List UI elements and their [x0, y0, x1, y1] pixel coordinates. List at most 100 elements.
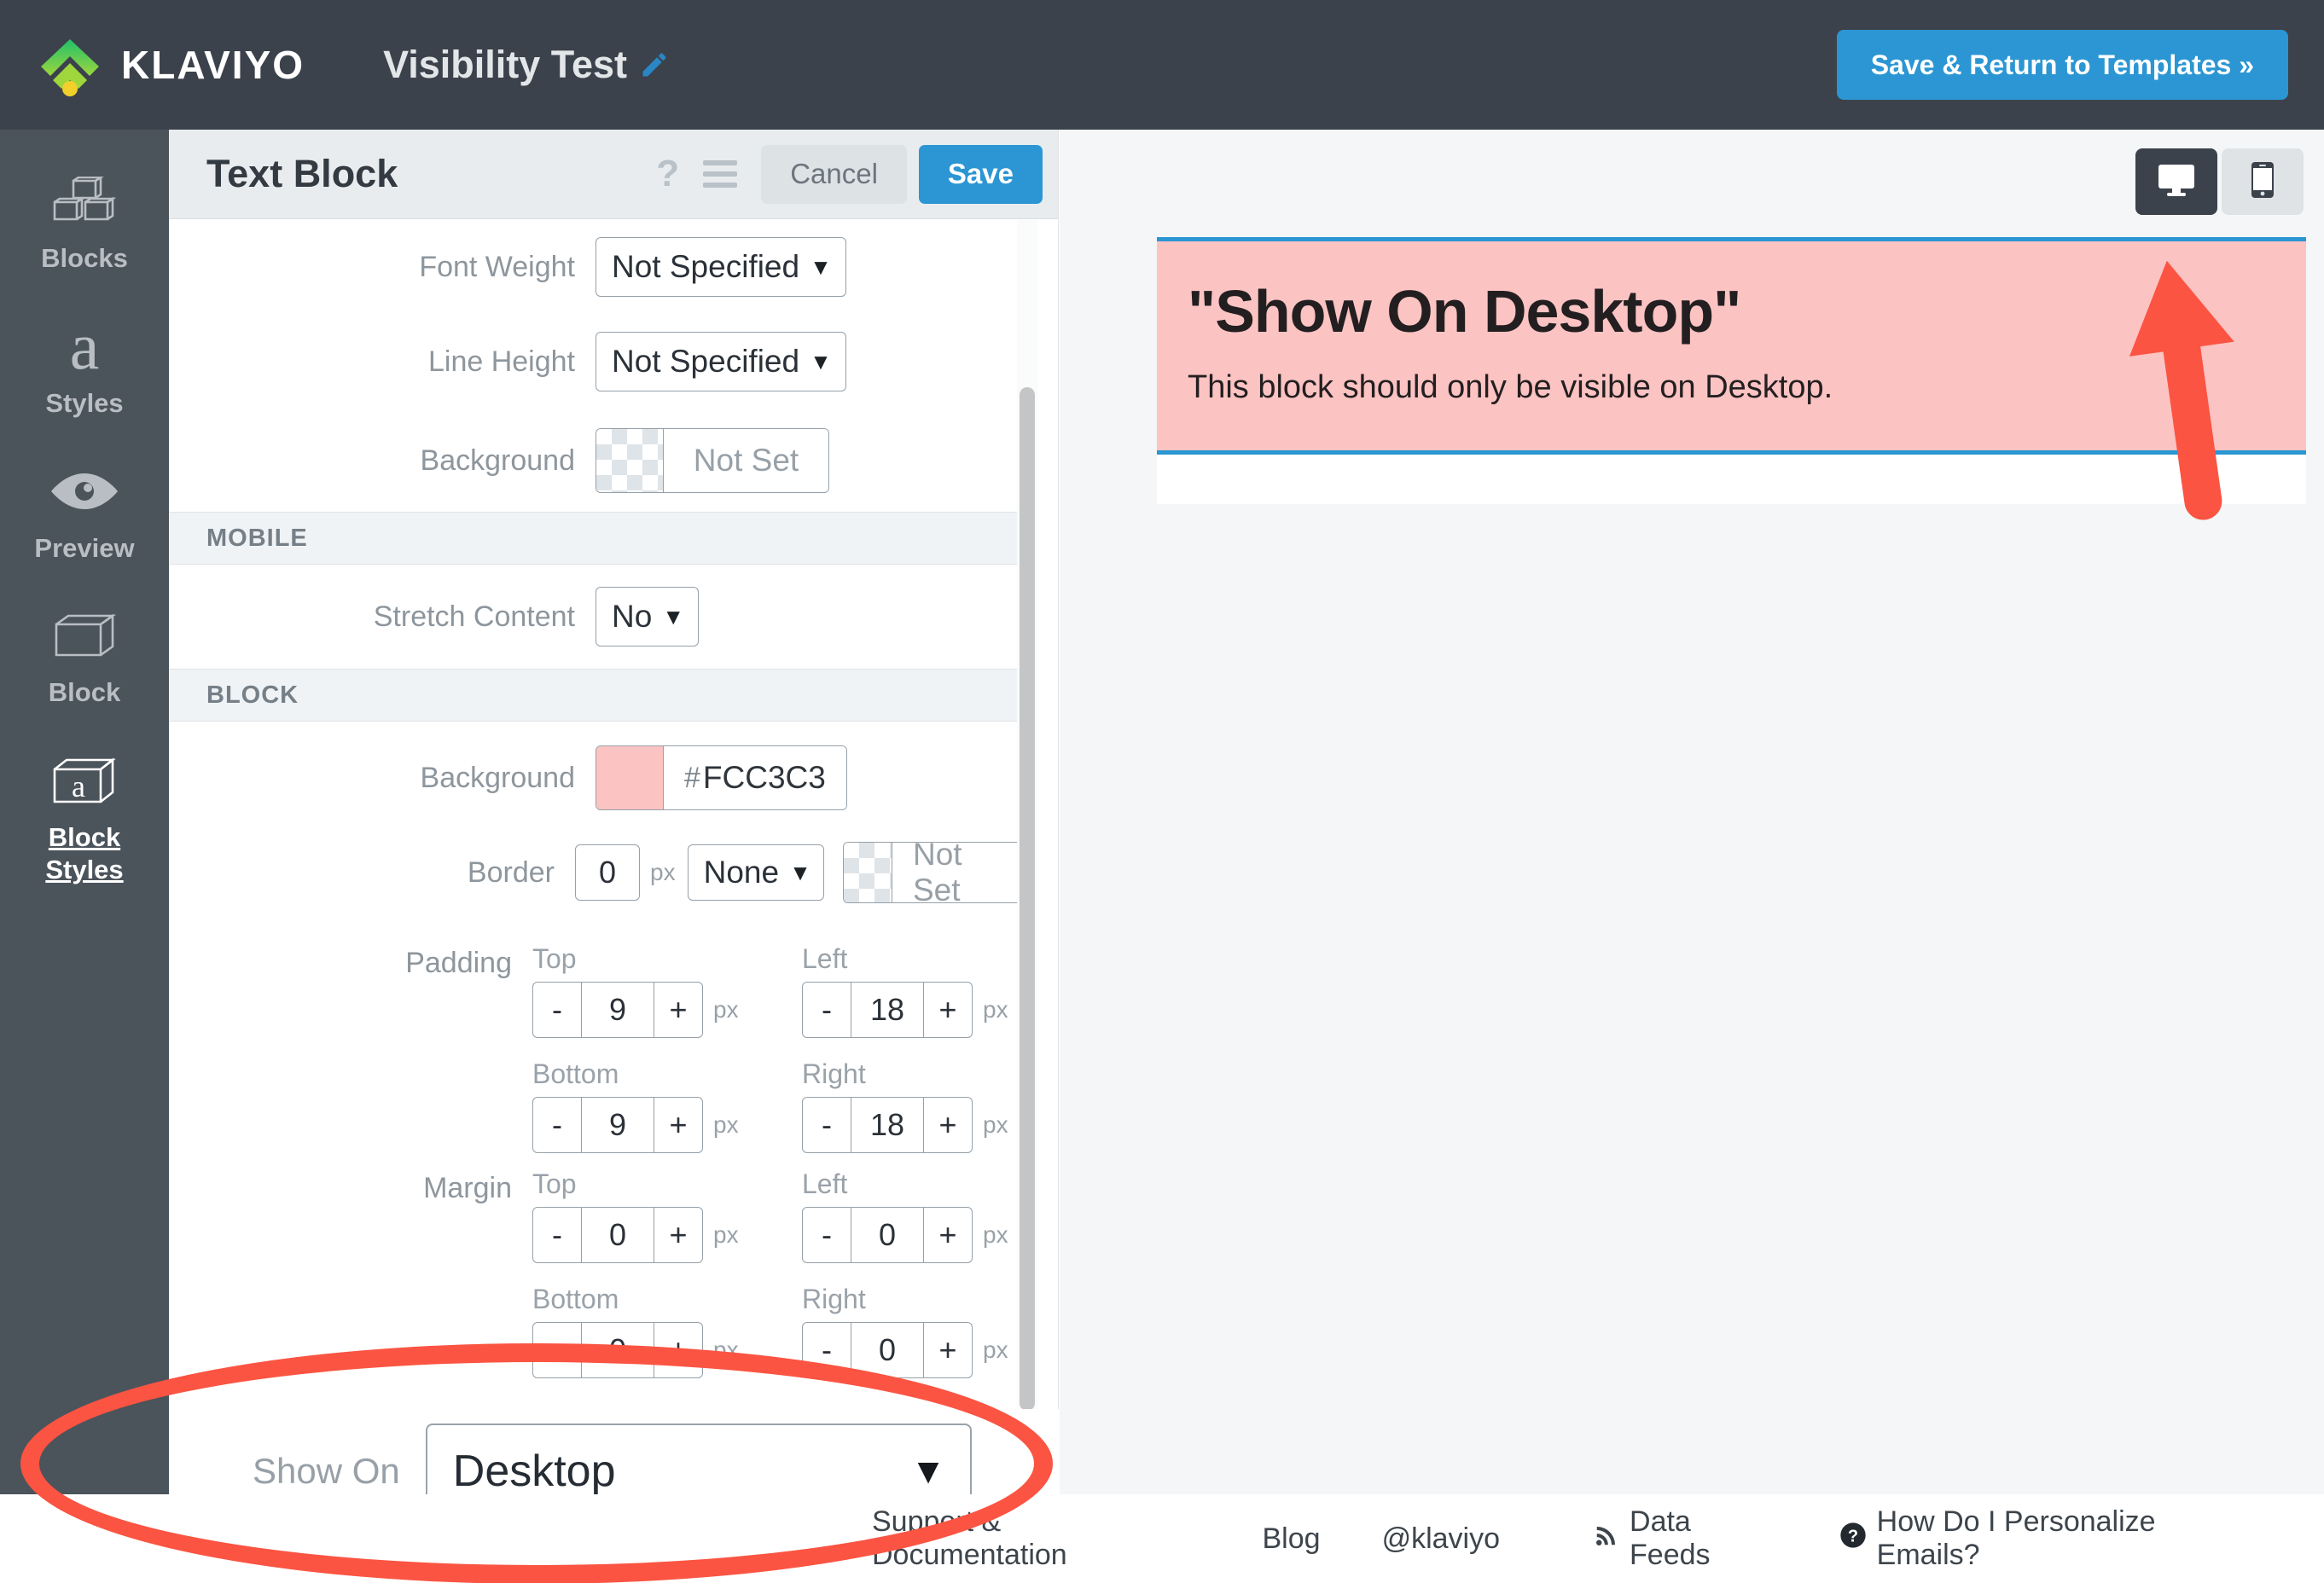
- brand-name: KLAVIYO: [121, 43, 305, 87]
- svg-text:a: a: [72, 769, 85, 803]
- stretch-content-select[interactable]: No ▼: [596, 587, 700, 647]
- border-style-value: None: [703, 855, 780, 890]
- border-style-select[interactable]: None ▼: [687, 844, 824, 901]
- padding-right-stepper[interactable]: - 18 +: [802, 1097, 973, 1153]
- border-width-input[interactable]: 0: [574, 844, 641, 901]
- margin-bottom-group: Bottom - 0 + px: [532, 1284, 768, 1378]
- margin-right-value[interactable]: 0: [851, 1323, 924, 1377]
- margin-top-value[interactable]: 0: [581, 1208, 654, 1262]
- decrement-button[interactable]: -: [803, 983, 851, 1037]
- chevron-down-icon: ▼: [789, 860, 811, 885]
- margin-left-value[interactable]: 0: [851, 1208, 924, 1262]
- increment-button[interactable]: +: [924, 1323, 972, 1377]
- stretch-content-label: Stretch Content: [373, 600, 575, 633]
- margin-left-label: Left: [802, 1168, 848, 1199]
- line-height-select[interactable]: Not Specified ▼: [596, 332, 846, 391]
- transparent-swatch-icon: [596, 429, 663, 492]
- padding-top-value[interactable]: 9: [581, 983, 654, 1037]
- sidebar-item-preview[interactable]: Preview: [0, 420, 169, 565]
- increment-button[interactable]: +: [924, 1098, 972, 1152]
- rss-icon: [1594, 1522, 1619, 1556]
- email-text-block[interactable]: "Show On Desktop" This block should only…: [1157, 237, 2306, 455]
- decrement-button[interactable]: -: [533, 1098, 581, 1152]
- mobile-view-button[interactable]: [2222, 148, 2304, 215]
- decrement-button[interactable]: -: [803, 1208, 851, 1262]
- app-root: KLAVIYO Visibility Test Save & Return to…: [0, 0, 2324, 1583]
- border-color-field[interactable]: Not Set: [842, 842, 1037, 903]
- footer-link-blog[interactable]: Blog: [1263, 1522, 1321, 1556]
- block-background-color-field[interactable]: # FCC3C3: [596, 745, 847, 810]
- margin-unit: px: [983, 1221, 1008, 1248]
- sidebar-item-block-styles[interactable]: a Block Styles: [0, 709, 169, 886]
- margin-top-stepper[interactable]: - 0 +: [532, 1207, 703, 1263]
- decrement-button[interactable]: -: [803, 1098, 851, 1152]
- font-weight-select[interactable]: Not Specified ▼: [596, 237, 846, 297]
- save-and-return-button[interactable]: Save & Return to Templates »: [1836, 30, 2288, 100]
- margin-bottom-stepper[interactable]: - 0 +: [532, 1322, 703, 1378]
- sidebar-item-label: Blocks: [41, 243, 128, 273]
- padding-row: Padding Top - 9 + px Left - 18 + px Bott…: [169, 923, 1037, 1153]
- padding-top-group: Top - 9 + px: [532, 943, 768, 1038]
- email-empty-row[interactable]: [1157, 455, 2306, 504]
- margin-unit: px: [983, 1337, 1008, 1363]
- question-circle-icon: ?: [1839, 1522, 1867, 1557]
- panel-vertical-scrollbar[interactable]: [1017, 220, 1037, 1458]
- sidebar-item-styles[interactable]: a Styles: [0, 275, 169, 420]
- footer-link-data-feeds[interactable]: Data Feeds: [1594, 1505, 1778, 1572]
- padding-right-value[interactable]: 18: [851, 1098, 924, 1152]
- sidebar-item-label: Preview: [34, 532, 135, 563]
- padding-grid: Top - 9 + px Left - 18 + px Bottom - 9 +…: [532, 943, 1037, 1153]
- increment-button[interactable]: +: [924, 1208, 972, 1262]
- stretch-content-value: No: [612, 599, 653, 634]
- decrement-button[interactable]: -: [533, 1208, 581, 1262]
- increment-button[interactable]: +: [654, 983, 702, 1037]
- decrement-button[interactable]: -: [533, 983, 581, 1037]
- increment-button[interactable]: +: [654, 1323, 702, 1377]
- top-bar: KLAVIYO Visibility Test Save & Return to…: [0, 0, 2324, 130]
- email-canvas: "Show On Desktop" This block should only…: [1157, 237, 2306, 504]
- padding-right-label: Right: [802, 1058, 866, 1089]
- padding-top-stepper[interactable]: - 9 +: [532, 982, 703, 1038]
- footer-link-personalize[interactable]: ? How Do I Personalize Emails?: [1839, 1505, 2263, 1572]
- font-weight-label: Font Weight: [419, 250, 575, 283]
- email-heading: "Show On Desktop": [1188, 278, 1741, 345]
- increment-button[interactable]: +: [654, 1208, 702, 1262]
- hamburger-menu-icon[interactable]: [701, 159, 739, 189]
- sidebar-item-block[interactable]: Block: [0, 564, 169, 709]
- brand-logo[interactable]: KLAVIYO: [38, 32, 305, 97]
- margin-bottom-value[interactable]: 0: [581, 1323, 654, 1377]
- save-button[interactable]: Save: [918, 144, 1043, 204]
- margin-left-stepper[interactable]: - 0 +: [802, 1207, 973, 1263]
- padding-left-value[interactable]: 18: [851, 983, 924, 1037]
- cube-icon: [0, 603, 169, 668]
- padding-bottom-stepper[interactable]: - 9 +: [532, 1097, 703, 1153]
- cube-letter-a-icon: a: [0, 748, 169, 813]
- sidebar-item-blocks[interactable]: Blocks: [0, 130, 169, 275]
- desktop-view-button[interactable]: [2135, 148, 2217, 215]
- footer-link-twitter[interactable]: @klaviyo: [1382, 1522, 1500, 1556]
- font-weight-row: Font Weight Not Specified ▼: [169, 220, 1037, 314]
- increment-button[interactable]: +: [654, 1098, 702, 1152]
- text-background-color-field[interactable]: Not Set: [596, 428, 829, 493]
- margin-top-label: Top: [532, 1168, 577, 1199]
- question-mark-icon[interactable]: ?: [656, 153, 679, 195]
- padding-bottom-value[interactable]: 9: [581, 1098, 654, 1152]
- padding-bottom-group: Bottom - 9 + px: [532, 1058, 768, 1153]
- block-background-row: Background # FCC3C3: [169, 722, 1037, 822]
- text-background-label: Background: [420, 444, 575, 477]
- show-on-label: Show On: [253, 1451, 400, 1491]
- padding-left-stepper[interactable]: - 18 +: [802, 982, 973, 1038]
- sidebar-item-label: Block Styles: [45, 822, 124, 885]
- cancel-button[interactable]: Cancel: [761, 144, 907, 204]
- border-row: Border 0 px None ▼ Not Set: [169, 822, 1037, 923]
- panel-scrollbar-thumb[interactable]: [1020, 387, 1035, 1411]
- margin-right-stepper[interactable]: - 0 +: [802, 1322, 973, 1378]
- svg-text:?: ?: [1848, 1527, 1858, 1545]
- decrement-button[interactable]: -: [803, 1323, 851, 1377]
- decrement-button[interactable]: -: [533, 1323, 581, 1377]
- increment-button[interactable]: +: [924, 983, 972, 1037]
- pencil-icon[interactable]: [639, 49, 670, 80]
- border-color-value: Not Set: [892, 843, 1037, 902]
- footer-link-support[interactable]: Support & Documentation: [872, 1505, 1201, 1572]
- left-rail: Blocks a Styles Preview Block a Block St…: [0, 130, 169, 1583]
